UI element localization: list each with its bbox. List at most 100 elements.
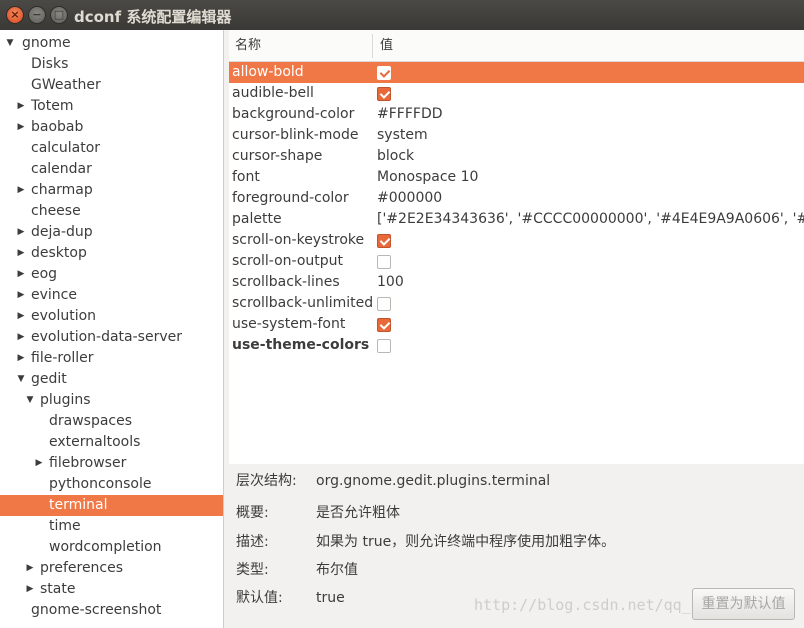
- close-button[interactable]: ×: [6, 6, 24, 24]
- tree-item-cheese[interactable]: cheese: [0, 201, 223, 222]
- key-value[interactable]: #000000: [377, 188, 804, 209]
- key-name: palette: [232, 211, 282, 227]
- expander-expanded-icon[interactable]: ▼: [5, 33, 15, 54]
- expander-collapsed-icon[interactable]: ▶: [25, 558, 35, 579]
- expander-collapsed-icon[interactable]: ▶: [16, 327, 26, 348]
- tree-item-externaltools[interactable]: externaltools: [0, 432, 223, 453]
- table-row[interactable]: scrollback-lines 100: [229, 272, 804, 293]
- checkbox-checked[interactable]: [377, 66, 391, 80]
- expander-collapsed-icon[interactable]: ▶: [16, 243, 26, 264]
- tree-item-label: evolution-data-server: [31, 329, 182, 345]
- checkbox-checked[interactable]: [377, 234, 391, 248]
- detail-description-value: 如果为 true，则允许终端中程序使用加粗字体。: [316, 534, 616, 550]
- tree-item-deja-dup[interactable]: ▶ deja-dup: [0, 222, 223, 243]
- column-header-value[interactable]: 值: [380, 30, 393, 62]
- tree-item-Disks[interactable]: Disks: [0, 54, 223, 75]
- maximize-icon: □: [53, 8, 65, 21]
- reset-to-default-button[interactable]: 重置为默认值: [692, 588, 795, 620]
- key-value[interactable]: #FFFFDD: [377, 104, 804, 125]
- detail-default-value: true: [316, 590, 345, 606]
- tree-item-preferences[interactable]: ▶ preferences: [0, 558, 223, 579]
- checkbox-unchecked[interactable]: [377, 339, 391, 353]
- expander-collapsed-icon[interactable]: ▶: [16, 348, 26, 369]
- tree-item-baobab[interactable]: ▶ baobab: [0, 117, 223, 138]
- table-row[interactable]: scroll-on-output: [229, 251, 804, 272]
- key-value[interactable]: 100: [377, 272, 804, 293]
- tree-item-label: evince: [31, 287, 77, 303]
- tree-item-label: time: [49, 518, 81, 534]
- expander-collapsed-icon[interactable]: ▶: [34, 453, 44, 474]
- table-row[interactable]: font Monospace 10: [229, 167, 804, 188]
- tree-item-state[interactable]: ▶ state: [0, 579, 223, 600]
- key-name: audible-bell: [232, 85, 314, 101]
- tree-item-calculator[interactable]: calculator: [0, 138, 223, 159]
- expander-collapsed-icon[interactable]: ▶: [25, 579, 35, 600]
- minimize-icon: −: [32, 8, 42, 21]
- detail-type-value: 布尔值: [316, 562, 358, 578]
- tree-item-drawspaces[interactable]: drawspaces: [0, 411, 223, 432]
- expander-collapsed-icon[interactable]: ▶: [16, 117, 26, 138]
- table-row[interactable]: allow-bold: [229, 62, 804, 83]
- tree-item-label: externaltools: [49, 434, 141, 450]
- expander-collapsed-icon[interactable]: ▶: [16, 96, 26, 117]
- key-value[interactable]: Monospace 10: [377, 167, 804, 188]
- table-row[interactable]: foreground-color #000000: [229, 188, 804, 209]
- checkbox-checked[interactable]: [377, 87, 391, 101]
- expander-collapsed-icon[interactable]: ▶: [16, 222, 26, 243]
- tree-item-desktop[interactable]: ▶ desktop: [0, 243, 223, 264]
- table-row[interactable]: audible-bell: [229, 83, 804, 104]
- table-row[interactable]: use-theme-colors: [229, 335, 804, 356]
- keys-table: 名称 值 allow-bold audible-bell background-co…: [229, 30, 804, 464]
- tree-item-eog[interactable]: ▶ eog: [0, 264, 223, 285]
- tree-item-label: Disks: [31, 56, 69, 72]
- column-separator[interactable]: [372, 34, 373, 58]
- tree-item-gnome-screenshot[interactable]: gnome-screenshot: [0, 600, 223, 621]
- tree-item-label: filebrowser: [49, 455, 127, 471]
- checkbox-unchecked[interactable]: [377, 297, 391, 311]
- expander-expanded-icon[interactable]: ▼: [25, 390, 35, 411]
- tree-item-time[interactable]: time: [0, 516, 223, 537]
- key-value[interactable]: ['#2E2E34343636', '#CCCC00000000', '#4E4…: [377, 209, 804, 230]
- tree-item-label: baobab: [31, 119, 84, 135]
- checkbox-checked[interactable]: [377, 318, 391, 332]
- tree-item-terminal[interactable]: terminal: [0, 495, 223, 516]
- tree-item-plugins[interactable]: ▼ plugins: [0, 390, 223, 411]
- tree-item-Totem[interactable]: ▶ Totem: [0, 96, 223, 117]
- tree-item-wordcompletion[interactable]: wordcompletion: [0, 537, 223, 558]
- table-row[interactable]: scroll-on-keystroke: [229, 230, 804, 251]
- tree-item-GWeather[interactable]: GWeather: [0, 75, 223, 96]
- key-name: allow-bold: [232, 64, 304, 80]
- maximize-button[interactable]: □: [50, 6, 68, 24]
- checkbox-unchecked[interactable]: [377, 255, 391, 269]
- tree-item-gnome[interactable]: ▼ gnome: [0, 33, 223, 54]
- detail-schema-label: 层次结构:: [236, 473, 297, 489]
- table-row[interactable]: background-color #FFFFDD: [229, 104, 804, 125]
- tree-item-calendar[interactable]: calendar: [0, 159, 223, 180]
- expander-collapsed-icon[interactable]: ▶: [16, 306, 26, 327]
- tree-item-gedit[interactable]: ▼ gedit: [0, 369, 223, 390]
- tree-item-evolution-data-server[interactable]: ▶ evolution-data-server: [0, 327, 223, 348]
- tree-item-label: file-roller: [31, 350, 94, 366]
- key-value[interactable]: system: [377, 125, 804, 146]
- key-name: use-theme-colors: [232, 337, 370, 353]
- expander-expanded-icon[interactable]: ▼: [16, 369, 26, 390]
- tree-item-evince[interactable]: ▶ evince: [0, 285, 223, 306]
- key-value[interactable]: block: [377, 146, 804, 167]
- table-row[interactable]: cursor-shape block: [229, 146, 804, 167]
- table-row[interactable]: scrollback-unlimited: [229, 293, 804, 314]
- schema-tree[interactable]: ▼ gnome Disks GWeather ▶ Totem ▶ baobab calculat…: [0, 30, 224, 628]
- tree-item-filebrowser[interactable]: ▶ filebrowser: [0, 453, 223, 474]
- table-row[interactable]: cursor-blink-mode system: [229, 125, 804, 146]
- column-header-name[interactable]: 名称: [235, 30, 261, 62]
- tree-item-charmap[interactable]: ▶ charmap: [0, 180, 223, 201]
- expander-collapsed-icon[interactable]: ▶: [16, 180, 26, 201]
- tree-item-pythonconsole[interactable]: pythonconsole: [0, 474, 223, 495]
- expander-collapsed-icon[interactable]: ▶: [16, 264, 26, 285]
- tree-item-file-roller[interactable]: ▶ file-roller: [0, 348, 223, 369]
- expander-collapsed-icon[interactable]: ▶: [16, 285, 26, 306]
- minimize-button[interactable]: −: [28, 6, 46, 24]
- table-row[interactable]: palette ['#2E2E34343636', '#CCCC00000000'…: [229, 209, 804, 230]
- table-row[interactable]: use-system-font: [229, 314, 804, 335]
- title-bar: × − □ dconf 系统配置编辑器: [0, 0, 804, 30]
- tree-item-evolution[interactable]: ▶ evolution: [0, 306, 223, 327]
